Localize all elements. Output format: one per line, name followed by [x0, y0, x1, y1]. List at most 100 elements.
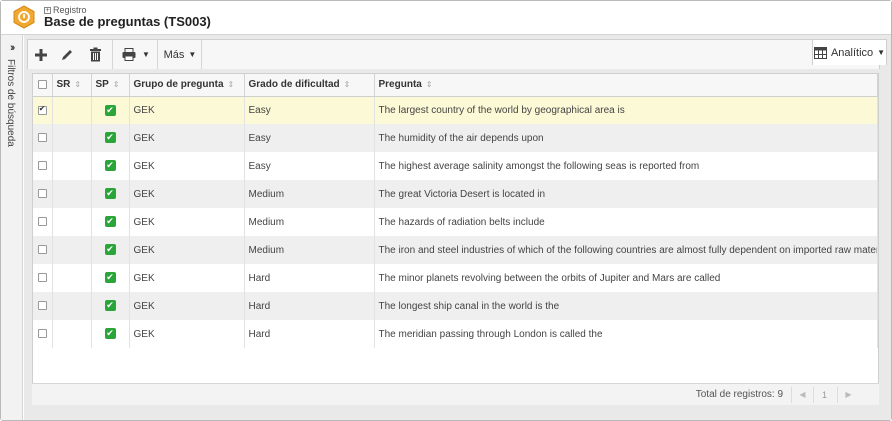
add-button[interactable]: [30, 40, 52, 69]
toolbar-separator: [157, 40, 158, 69]
filters-sidebar[interactable]: ›› Filtros de búsqueda: [1, 35, 23, 420]
pencil-icon: [62, 49, 72, 60]
table-row[interactable]: ✔ GEKEasyThe largest country of the world…: [33, 96, 878, 124]
row-checkbox[interactable]: [37, 104, 47, 115]
difficulty-cell: Hard: [244, 292, 375, 320]
row-checkbox[interactable]: [37, 161, 47, 171]
check-icon: ✔: [104, 300, 116, 312]
filters-label[interactable]: Filtros de búsqueda: [5, 59, 16, 147]
window-frame: + Registro Base de preguntas (TS003) ›› …: [0, 0, 892, 421]
sp-cell: ✔: [91, 236, 130, 264]
table-row[interactable]: ✔ GEK Easy The humidity of the air depends …: [33, 124, 878, 152]
column-header-sr[interactable]: SR ⇕: [52, 74, 92, 97]
pagination-bar: Total de registros: 9 ◀ 1 ▶: [32, 383, 879, 405]
row-checkbox[interactable]: [37, 329, 47, 339]
print-button[interactable]: ▼: [117, 40, 155, 69]
table-row[interactable]: ✔ GEK Medium The great Victoria Desert is l…: [33, 180, 878, 208]
row-checkbox[interactable]: [37, 245, 47, 255]
group-cell: GEK: [129, 292, 245, 320]
sort-icon[interactable]: ⇕: [228, 80, 235, 89]
sp-cell: ✔: [91, 292, 130, 320]
check-icon: ✔: [104, 188, 116, 200]
sp-cell: ✔: [91, 264, 130, 292]
sp-cell: ✔: [91, 152, 130, 180]
app-logo-icon: [13, 5, 35, 29]
view-label: Analítico: [830, 46, 874, 59]
row-select-cell[interactable]: [33, 236, 53, 264]
more-button[interactable]: Más ▼: [160, 40, 200, 69]
question-cell: The meridian passing through London is c…: [374, 320, 878, 348]
row-select-cell[interactable]: [33, 124, 53, 152]
question-cell: The iron and steel industries of which o…: [374, 236, 878, 264]
group-cell: GEK: [129, 208, 245, 236]
row-select-cell[interactable]: [33, 96, 53, 124]
sort-icon[interactable]: ⇕: [344, 80, 351, 89]
table-header-row: SR ⇕ SP ⇕ Grupo de pregunta ⇕ Grado de difi…: [33, 74, 878, 97]
row-checkbox[interactable]: [37, 133, 47, 143]
group-cell: GEK: [129, 236, 245, 264]
row-select-cell[interactable]: [33, 180, 53, 208]
row-select-cell[interactable]: [33, 320, 53, 348]
sort-icon[interactable]: ⇕: [426, 80, 433, 89]
caret-down-icon: ▼: [142, 50, 150, 59]
table-row[interactable]: ✔ GEK Easy The highest average salinity amo…: [33, 152, 878, 180]
difficulty-cell: Medium: [244, 236, 375, 264]
sr-cell: [52, 292, 92, 320]
column-header-difficulty[interactable]: Grado de dificultad ⇕: [244, 74, 375, 97]
table-row[interactable]: ✔ GEK Hard The minor planets revolving betw…: [33, 264, 878, 292]
select-all-header[interactable]: [33, 74, 53, 97]
expand-icon[interactable]: +: [44, 6, 51, 14]
sp-cell: ✔: [91, 180, 130, 208]
main-panel: ▼ Más ▼ Analítico ▼ SR ⇕ SP ⇕ Grupo de p…: [24, 35, 891, 420]
edit-button[interactable]: [56, 40, 78, 69]
check-icon: ✔: [104, 104, 116, 116]
trash-icon: [89, 47, 101, 62]
difficulty-cell: Medium: [244, 180, 375, 208]
check-icon: ✔: [104, 244, 116, 256]
next-page-icon[interactable]: ▶: [837, 387, 859, 403]
more-label: Más: [163, 48, 185, 61]
column-header-group[interactable]: Grupo de pregunta ⇕: [129, 74, 245, 97]
view-selector[interactable]: Analítico ▼: [812, 39, 887, 65]
difficulty-cell: Medium: [244, 208, 375, 236]
table-row[interactable]: ✔ GEK Hard The longest ship canal in the wo…: [33, 292, 878, 320]
select-all-checkbox[interactable]: [37, 80, 47, 90]
row-select-cell[interactable]: [33, 152, 53, 180]
difficulty-cell: Easy: [244, 96, 375, 124]
row-checkbox[interactable]: [37, 273, 47, 283]
double-chevron-right-icon[interactable]: ››: [10, 42, 16, 54]
table-row[interactable]: ✔ GEK Medium The hazards of radiation belts…: [33, 208, 878, 236]
row-select-cell[interactable]: [33, 292, 53, 320]
question-cell: The hazards of radiation belts include: [374, 208, 878, 236]
row-checkbox[interactable]: [37, 217, 47, 227]
sr-cell: [52, 152, 92, 180]
row-checkbox[interactable]: [37, 301, 47, 311]
delete-button[interactable]: [84, 40, 106, 69]
difficulty-cell: Hard: [244, 264, 375, 292]
row-checkbox[interactable]: [37, 189, 47, 199]
questions-table: SR ⇕ SP ⇕ Grupo de pregunta ⇕ Grado de difi…: [33, 74, 878, 348]
sp-cell: ✔: [91, 124, 130, 152]
check-icon: ✔: [104, 272, 116, 284]
check-icon: ✔: [104, 328, 116, 340]
sr-cell: [52, 236, 92, 264]
questions-grid: SR ⇕ SP ⇕ Grupo de pregunta ⇕ Grado de difi…: [32, 73, 879, 404]
row-select-cell[interactable]: [33, 264, 53, 292]
sort-icon[interactable]: ⇕: [113, 80, 120, 89]
sp-cell: ✔: [91, 208, 130, 236]
group-cell: GEK: [129, 180, 245, 208]
prev-page-icon[interactable]: ◀: [791, 387, 813, 403]
table-row[interactable]: ✔ GEK Medium The iron and steel industries …: [33, 236, 878, 264]
column-header-sp[interactable]: SP ⇕: [91, 74, 130, 97]
sort-icon[interactable]: ⇕: [74, 80, 81, 89]
column-header-question[interactable]: Pregunta ⇕: [374, 74, 878, 97]
table-row[interactable]: ✔ GEK Hard The meridian passing through Lon…: [33, 320, 878, 348]
grid-view-icon: [813, 46, 827, 59]
row-select-cell[interactable]: [33, 208, 53, 236]
sr-cell: [52, 264, 92, 292]
plus-icon: [35, 48, 47, 61]
group-cell: GEK: [129, 152, 245, 180]
page-title: Base de preguntas (TS003): [44, 14, 211, 29]
question-cell: The longest ship canal in the world is t…: [374, 292, 878, 320]
group-cell: GEK: [129, 124, 245, 152]
